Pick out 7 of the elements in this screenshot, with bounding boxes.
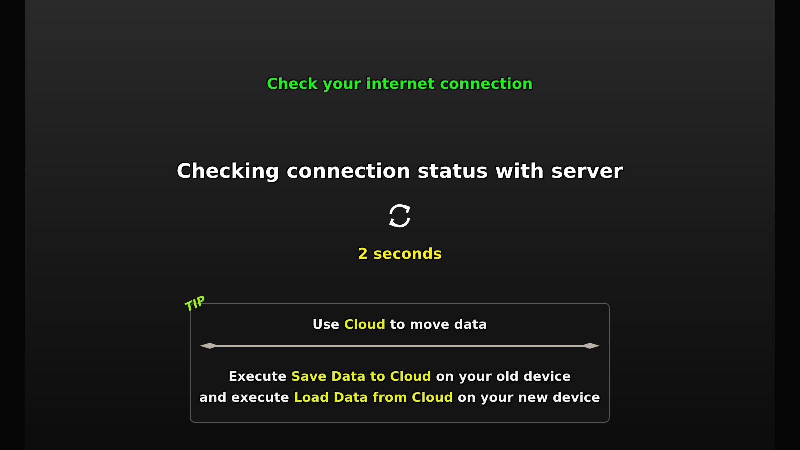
- warning-text: Check your internet connection: [266, 74, 534, 95]
- status-text: Checking connection status with server: [176, 158, 624, 184]
- tip-label: TIP: [182, 292, 210, 317]
- tip-title: Use Cloud to move data: [312, 317, 488, 335]
- tip-text: Execute Save Data to Cloud on your old device: [228, 368, 572, 386]
- tip-text: and execute Load Data from Cloud on your new device: [200, 390, 600, 408]
- countdown-text: 2 seconds: [358, 244, 442, 264]
